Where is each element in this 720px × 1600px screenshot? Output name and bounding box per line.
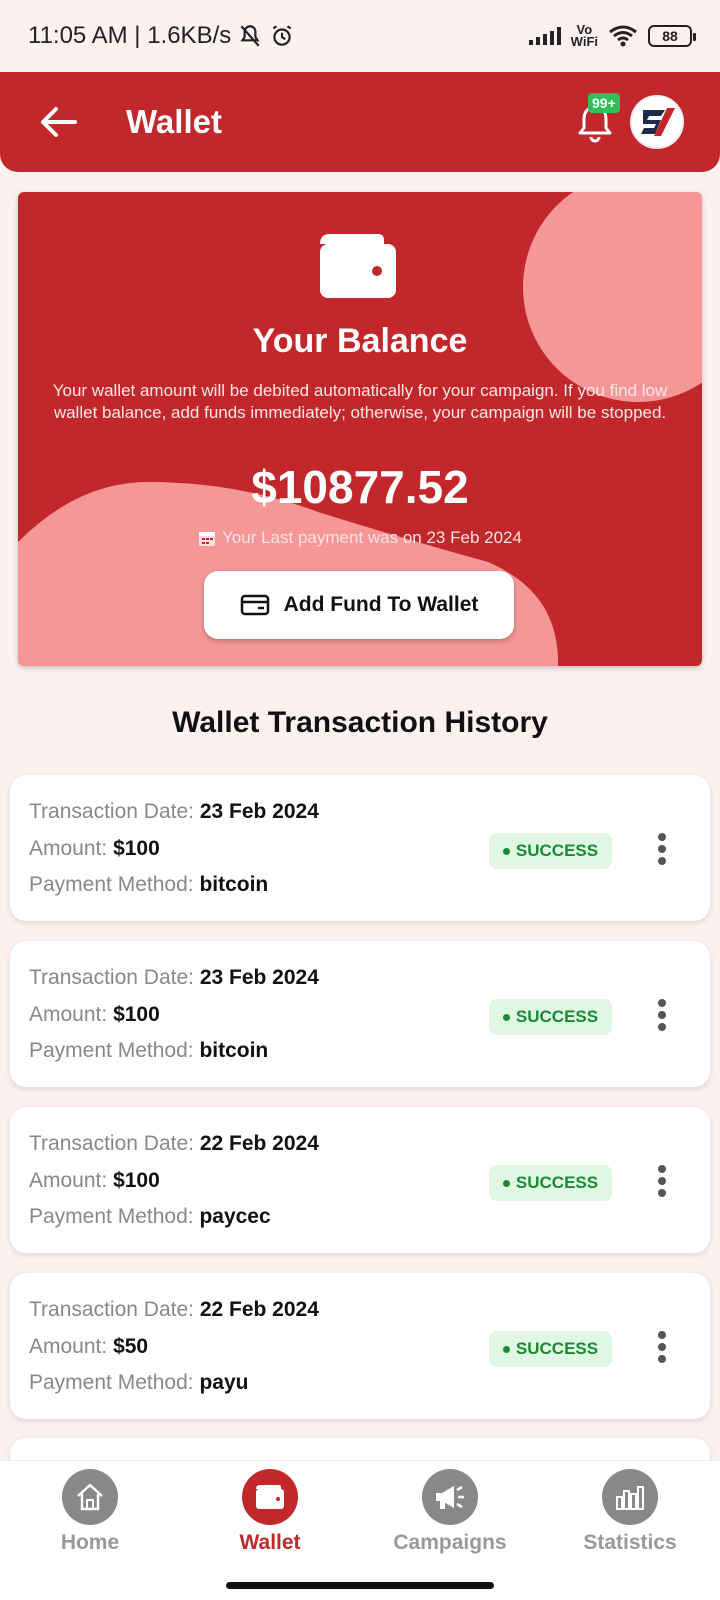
transaction-date: 23 Feb 2024 [199, 800, 319, 823]
nav-campaigns-label: Campaigns [393, 1531, 507, 1554]
status-bar: 11:05 AM | 1.6KB/s Vo WiFi 88 [0, 0, 720, 72]
transaction-method: payu [199, 1371, 249, 1394]
transaction-amount-row: Amount: $50 [29, 1335, 149, 1358]
transaction-method: bitcoin [199, 1039, 269, 1062]
status-badge: SUCCESS [489, 999, 612, 1035]
app-bar: Wallet 99+ [0, 72, 720, 172]
megaphone-icon [422, 1469, 478, 1525]
status-dot-icon [502, 1345, 510, 1353]
more-options-button[interactable] [648, 1325, 676, 1369]
transaction-card[interactable]: Transaction Date: 23 Feb 2024 Amount: $1… [10, 775, 710, 921]
header-actions: 99+ [570, 93, 684, 149]
balance-card: Your Balance Your wallet amount will be … [18, 192, 702, 666]
history-title: Wallet Transaction History [172, 706, 548, 739]
home-indicator[interactable] [226, 1582, 494, 1589]
transaction-method-row: Payment Method: bitcoin [29, 1039, 269, 1062]
brand-logo-icon [641, 108, 675, 136]
add-fund-button[interactable]: Add Fund To Wallet [204, 571, 514, 639]
status-badge: SUCCESS [489, 1165, 612, 1201]
transaction-date-row: Transaction Date: 23 Feb 2024 [29, 800, 319, 823]
status-badge: SUCCESS [489, 1331, 612, 1367]
status-badge: SUCCESS [489, 833, 612, 869]
page-title: Wallet [126, 103, 222, 140]
alarm-icon [272, 25, 292, 46]
transaction-date-row: Transaction Date: 22 Feb 2024 [29, 1132, 319, 1155]
status-left: 11:05 AM | 1.6KB/s [28, 22, 295, 50]
wifi-icon [609, 25, 637, 47]
muted-bell-icon [240, 25, 260, 47]
wallet-icon [320, 234, 396, 298]
avatar[interactable] [630, 95, 684, 149]
transaction-date: 22 Feb 2024 [199, 1298, 319, 1321]
transaction-card[interactable]: Transaction Date: 23 Feb 2024 Amount: $1… [10, 941, 710, 1087]
vowifi-indicator: Vo WiFi [570, 22, 598, 49]
transaction-amount: $50 [113, 1335, 149, 1358]
status-dot-icon [502, 1013, 510, 1021]
transaction-date: 22 Feb 2024 [199, 1132, 319, 1155]
nav-statistics[interactable]: Statistics [555, 1469, 705, 1555]
balance-title: Your Balance [252, 322, 468, 360]
notifications-button[interactable]: 99+ [570, 93, 620, 147]
transaction-amount-row: Amount: $100 [29, 837, 160, 860]
calendar-icon [199, 532, 216, 546]
nav-home[interactable]: Home [15, 1469, 165, 1555]
transaction-method: paycec [199, 1205, 271, 1228]
transaction-method-row: Payment Method: payu [29, 1371, 249, 1394]
more-options-button[interactable] [648, 1159, 676, 1203]
transaction-amount: $100 [113, 1003, 160, 1026]
balance-description: Your wallet amount will be debited autom… [52, 381, 668, 422]
transaction-card[interactable]: Transaction Date: 22 Feb 2024 Amount: $1… [10, 1107, 710, 1253]
bottom-nav: Home Wallet Campaigns Statistics [0, 1460, 720, 1600]
nav-home-label: Home [60, 1531, 120, 1554]
bar-chart-icon [602, 1469, 658, 1525]
card-icon [240, 594, 269, 616]
last-payment-info: Your Last payment was on 23 Feb 2024 [18, 528, 702, 548]
more-options-button[interactable] [648, 993, 676, 1037]
wallet-icon [242, 1469, 298, 1525]
status-time: 11:05 AM | 1.6KB/s [28, 22, 232, 49]
nav-wallet[interactable]: Wallet [195, 1469, 345, 1555]
balance-amount: $10877.52 [251, 461, 469, 513]
back-arrow-icon [41, 107, 77, 137]
last-payment-text: Your Last payment was on 23 Feb 2024 [222, 528, 522, 547]
transaction-method: bitcoin [199, 873, 269, 896]
nav-campaigns[interactable]: Campaigns [375, 1469, 525, 1555]
home-icon [62, 1469, 118, 1525]
battery-level: 88 [662, 28, 678, 44]
transaction-amount: $100 [113, 1169, 160, 1192]
status-right: Vo WiFi 88 [528, 22, 696, 49]
balance-content: Your Balance Your wallet amount will be … [18, 192, 702, 666]
battery-icon: 88 [648, 25, 696, 47]
add-fund-label: Add Fund To Wallet [283, 593, 479, 616]
back-button[interactable] [36, 100, 80, 144]
transaction-amount-row: Amount: $100 [29, 1003, 160, 1026]
transaction-date-row: Transaction Date: 22 Feb 2024 [29, 1298, 319, 1321]
transaction-method-row: Payment Method: paycec [29, 1205, 271, 1228]
nav-statistics-label: Statistics [583, 1531, 677, 1554]
nav-wallet-label: Wallet [239, 1531, 301, 1554]
transaction-amount-row: Amount: $100 [29, 1169, 160, 1192]
signal-icon [528, 27, 561, 45]
transaction-date: 23 Feb 2024 [199, 966, 319, 989]
notification-badge: 99+ [588, 93, 620, 113]
status-dot-icon [502, 1179, 510, 1187]
transaction-card[interactable]: Transaction Date: 22 Feb 2024 Amount: $5… [10, 1273, 710, 1419]
status-dot-icon [502, 847, 510, 855]
transaction-method-row: Payment Method: bitcoin [29, 873, 269, 896]
more-options-button[interactable] [648, 827, 676, 871]
transaction-date-row: Transaction Date: 23 Feb 2024 [29, 966, 319, 989]
transaction-amount: $100 [113, 837, 160, 860]
